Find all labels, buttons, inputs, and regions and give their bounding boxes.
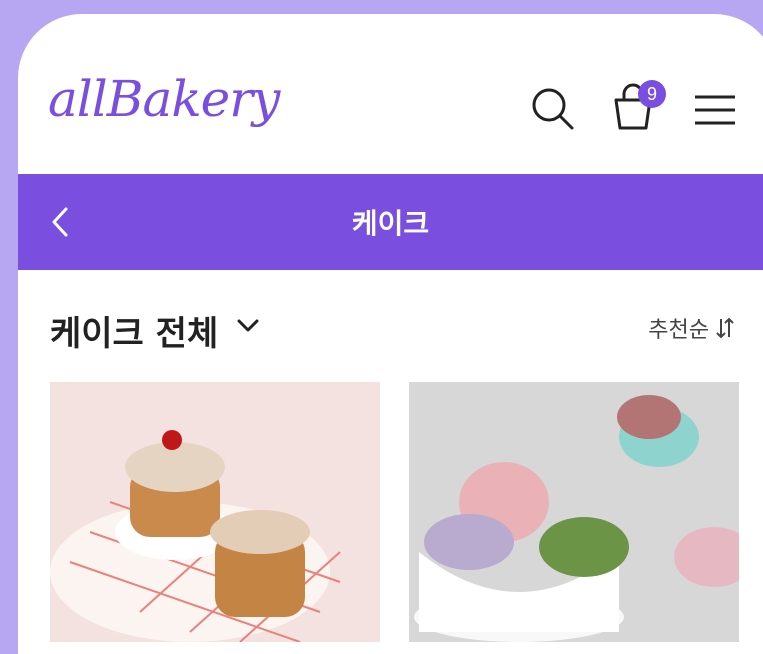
menu-icon[interactable] [694, 94, 736, 126]
search-icon[interactable] [530, 86, 576, 132]
cake-image [50, 430, 341, 642]
category-dropdown-label[interactable]: 케이크 전체 [50, 306, 218, 355]
product-card[interactable] [409, 382, 739, 642]
brand-logo[interactable]: allBakery [48, 70, 280, 128]
filter-row: 케이크 전체 추천순 [18, 306, 763, 354]
category-title-bar: 케이크 [18, 174, 763, 270]
chevron-down-icon[interactable] [236, 318, 260, 334]
sort-button[interactable]: 추천순 [648, 312, 735, 344]
macaron-image [409, 382, 739, 642]
product-card[interactable] [50, 382, 380, 642]
sort-label: 추천순 [648, 318, 709, 343]
page-title: 케이크 [351, 207, 430, 240]
sort-icon [716, 317, 734, 339]
app-screen: allBakery 9 케이크 케이크 전체 추천순 [18, 14, 763, 654]
header: allBakery 9 [18, 14, 763, 174]
cart-count-badge: 9 [638, 80, 666, 108]
